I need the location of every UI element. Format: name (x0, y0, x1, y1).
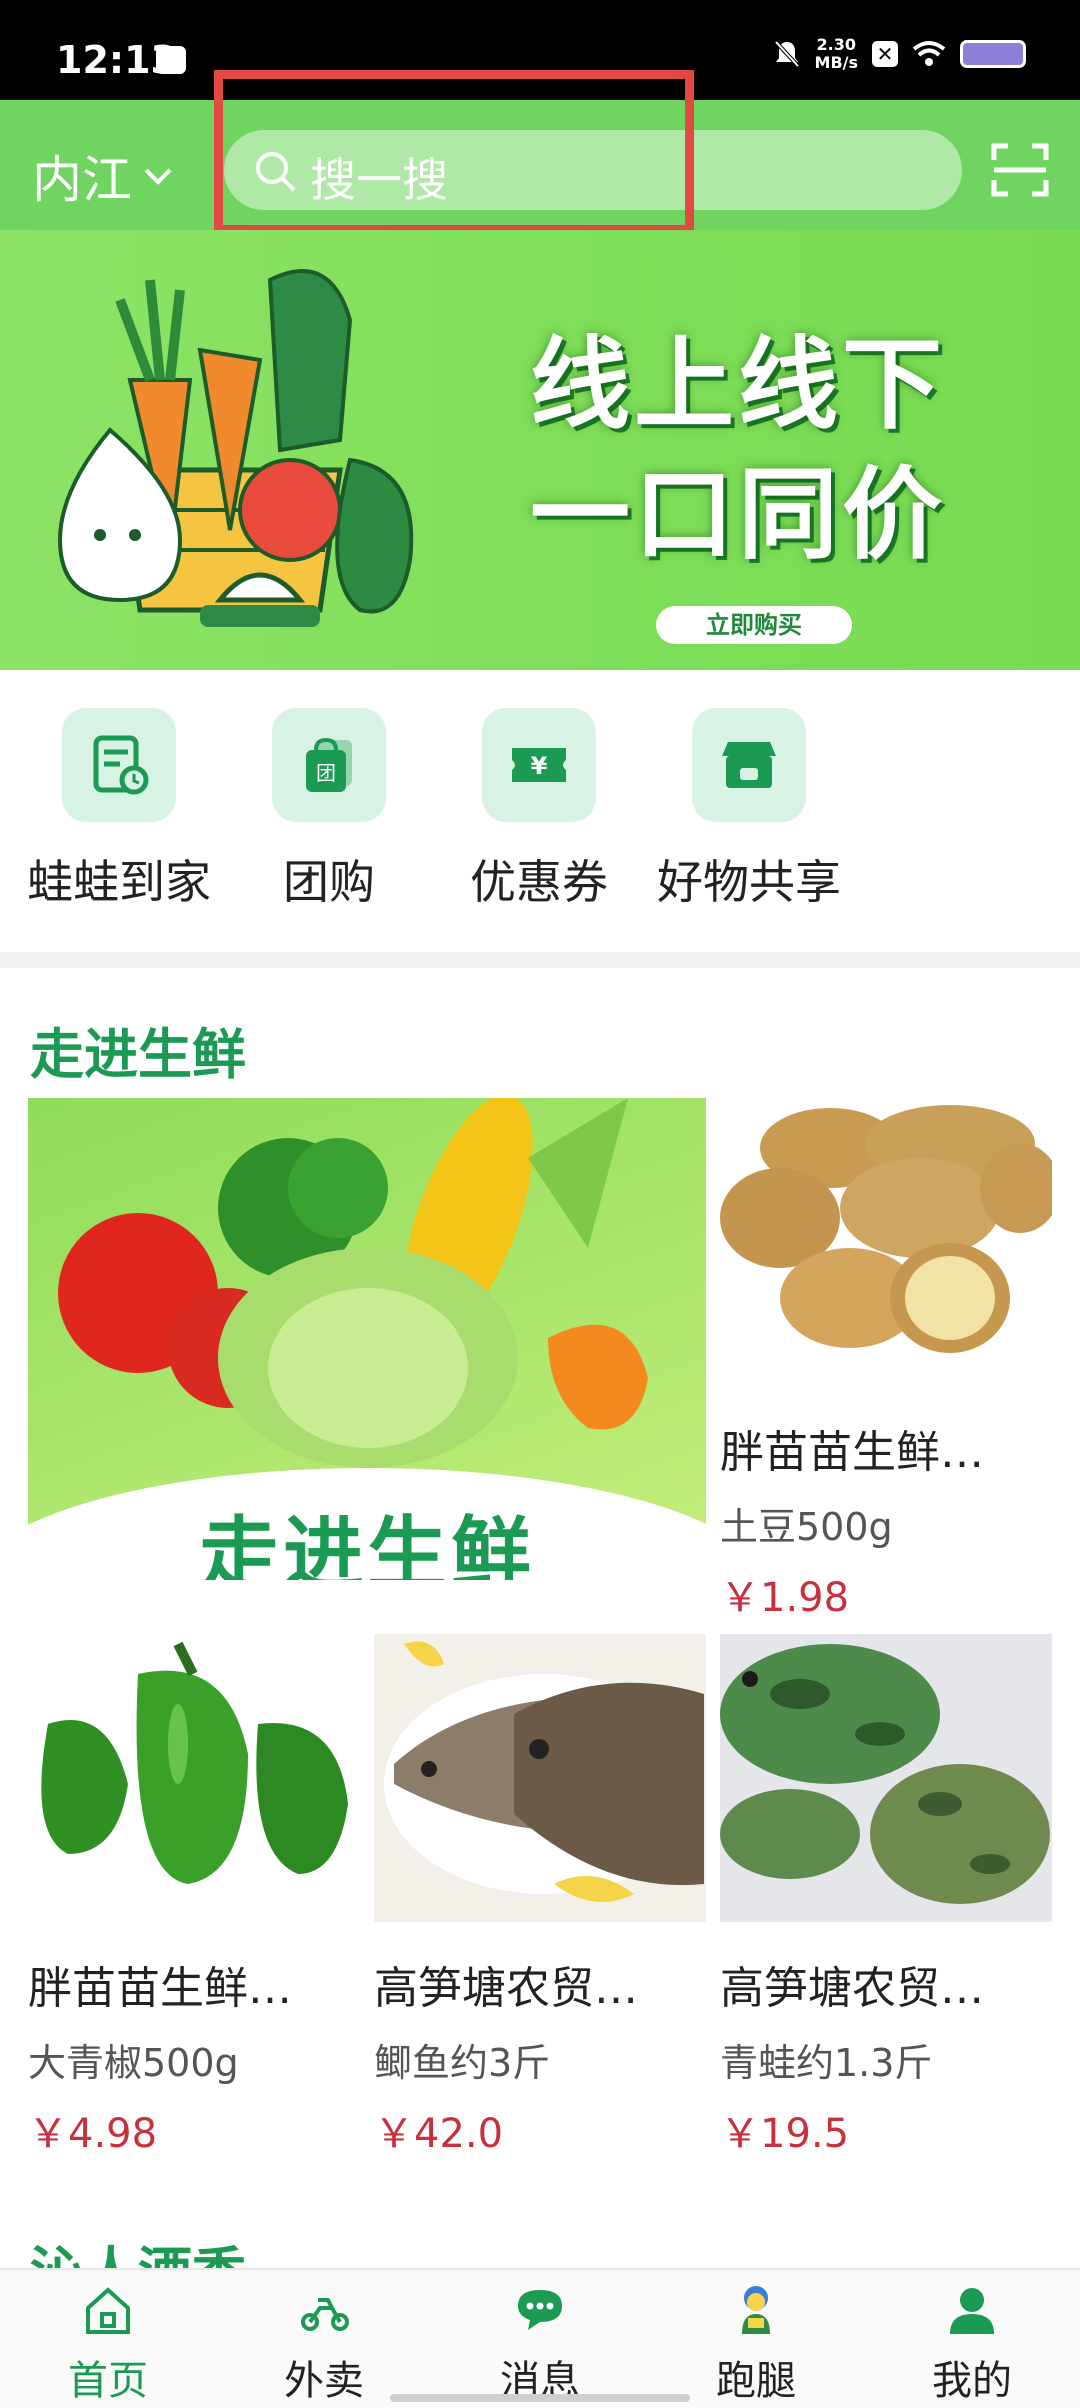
promo-banner[interactable]: 线上线下 一口同价 立即购买 (0, 230, 1080, 670)
coupon-yen-icon: ¥ (482, 708, 596, 822)
banner-title-line1: 线上线下 (530, 326, 946, 443)
store-icon (692, 708, 806, 822)
quick-item-label: 好物共享 (657, 855, 841, 909)
product-desc: 鲫鱼约3斤 (374, 2041, 551, 2085)
product-card[interactable]: 高笋塘农贸… 鲫鱼约3斤 ￥42.0 (374, 1634, 706, 2159)
product-image-potatoes (720, 1098, 1060, 1386)
tab-label: 我的 (932, 2358, 1012, 2404)
product-card[interactable]: 高笋塘农贸… 青蛙约1.3斤 ￥19.5 (720, 1634, 1052, 2159)
svg-text:¥: ¥ (531, 752, 548, 780)
product-name: 高笋塘农贸… (374, 1963, 638, 2014)
tab-takeout[interactable]: 外卖 (216, 2282, 432, 2406)
product-name: 胖苗苗生鲜… (28, 1963, 292, 2014)
wifi-icon (912, 41, 946, 66)
battery-icon (960, 40, 1026, 68)
chat-icon (518, 2290, 562, 2330)
product-image-fish (374, 1634, 706, 1922)
product-price: ￥1.98 (720, 1575, 850, 1621)
quick-item-label: 蛙蛙到家 (27, 855, 211, 909)
quick-item-share[interactable]: 好物共享 (654, 708, 844, 912)
buy-now-button[interactable]: 立即购买 (656, 606, 852, 644)
message-notification-icon (156, 46, 186, 74)
shopping-bag-icon: 团 (272, 708, 386, 822)
vegetable-basket-illustration (57, 269, 414, 627)
tab-messages[interactable]: 消息 (432, 2282, 648, 2406)
tab-errand[interactable]: 跑腿 (648, 2282, 864, 2406)
product-desc: 青蛙约1.3斤 (720, 2041, 933, 2085)
document-clock-icon (62, 708, 176, 822)
tab-profile[interactable]: 我的 (864, 2282, 1080, 2406)
status-indicators: 2.30 MB/s ✕ (773, 36, 1026, 72)
quick-item-label: 优惠券 (470, 855, 608, 909)
product-price: ￥42.0 (374, 2111, 504, 2157)
product-card[interactable]: 胖苗苗生鲜… 大青椒500g ￥4.98 (28, 1634, 360, 2159)
section-divider (0, 952, 1080, 968)
home-icon (86, 2287, 130, 2334)
quick-item-label: 团购 (283, 855, 375, 909)
product-desc: 土豆500g (720, 1505, 893, 1549)
svg-text:团: 团 (316, 761, 336, 785)
banner-title: 线上线下 一口同价 (530, 320, 946, 580)
product-image-green-peppers (28, 1634, 360, 1922)
product-price: ￥4.98 (28, 2111, 158, 2157)
quick-item-group-buy[interactable]: 团 团购 (234, 708, 424, 912)
city-name: 内江 (32, 151, 132, 209)
network-speed-unit: MB/s (814, 53, 858, 72)
section-title: 走进生鲜 (30, 1023, 246, 1086)
quick-item-home-delivery[interactable]: 蛙蛙到家 (24, 708, 214, 912)
product-image-frogs (720, 1634, 1052, 1922)
chevron-down-icon (144, 168, 172, 185)
network-speed: 2.30 MB/s (815, 36, 858, 72)
scooter-icon (301, 2298, 349, 2331)
scan-icon[interactable] (990, 142, 1050, 198)
quick-item-coupon[interactable]: ¥ 优惠券 (444, 708, 634, 912)
mute-bell-icon (774, 40, 799, 68)
product-desc: 大青椒500g (28, 2041, 239, 2085)
quick-menu: 蛙蛙到家 团 团购 ¥ 优惠券 好物共享 (0, 670, 1080, 952)
product-card[interactable]: 胖苗苗生鲜… 土豆500g ￥1.98 (720, 1098, 1060, 1623)
banner-title-line2: 一口同价 (530, 456, 946, 573)
home-indicator[interactable] (390, 2394, 690, 2402)
product-name: 高笋塘农贸… (720, 1963, 984, 2014)
network-speed-value: 2.30 (816, 35, 856, 54)
courier-icon (742, 2286, 770, 2334)
city-selector[interactable]: 内江 (32, 140, 176, 212)
search-highlight-box (214, 70, 694, 234)
tab-label: 首页 (68, 2358, 148, 2404)
bottom-tab-bar: 首页 外卖 消息 跑腿 我的 (0, 2268, 1080, 2408)
user-icon (950, 2288, 994, 2334)
x-app-icon: ✕ (872, 41, 898, 67)
feature-text: 走进生鲜 (199, 1508, 535, 1580)
product-name: 胖苗苗生鲜… (720, 1427, 984, 1478)
fresh-feature-card[interactable]: 走进生鲜 (28, 1098, 706, 1580)
tab-home[interactable]: 首页 (0, 2282, 216, 2406)
product-price: ￥19.5 (720, 2111, 850, 2157)
